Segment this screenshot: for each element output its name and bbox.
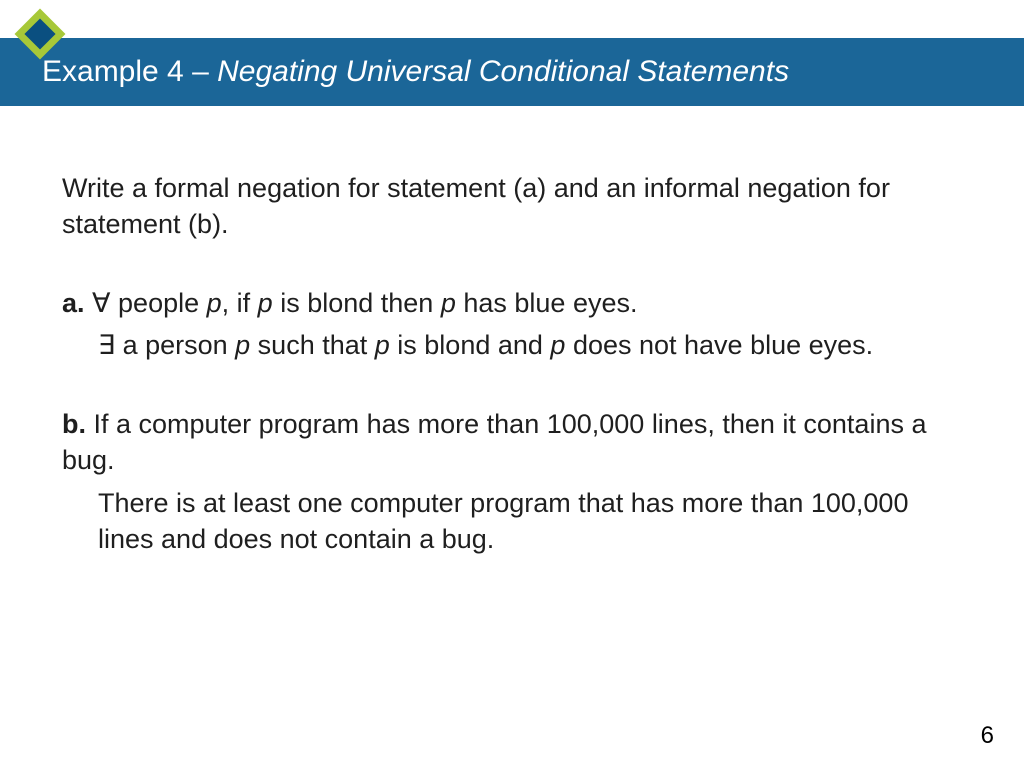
item-a-label: a. bbox=[62, 288, 85, 318]
title-prefix: Example 4 – bbox=[42, 55, 217, 88]
item-b: b. If a computer program has more than 1… bbox=[62, 406, 954, 558]
forall-symbol: ∀ bbox=[92, 288, 110, 318]
intro-text: Write a formal negation for statement (a… bbox=[62, 170, 954, 243]
slide-title-bar: Example 4 – Negating Universal Condition… bbox=[0, 38, 1024, 106]
item-b-label: b. bbox=[62, 409, 86, 439]
item-a: a. ∀ people p, if p is blond then p has … bbox=[62, 285, 954, 364]
exists-symbol: ∃ bbox=[98, 330, 115, 360]
diamond-bullet-icon bbox=[12, 6, 68, 62]
title-subject: Negating Universal Conditional Statement… bbox=[217, 55, 789, 88]
slide-title: Example 4 – Negating Universal Condition… bbox=[42, 55, 789, 89]
item-a-statement: a. ∀ people p, if p is blond then p has … bbox=[62, 285, 954, 321]
slide-body: Write a formal negation for statement (a… bbox=[62, 170, 954, 600]
item-b-statement: b. If a computer program has more than 1… bbox=[62, 406, 954, 479]
item-a-negation: ∃ a person p such that p is blond and p … bbox=[62, 327, 954, 363]
item-b-negation: There is at least one computer program t… bbox=[62, 485, 954, 558]
page-number: 6 bbox=[981, 722, 994, 750]
